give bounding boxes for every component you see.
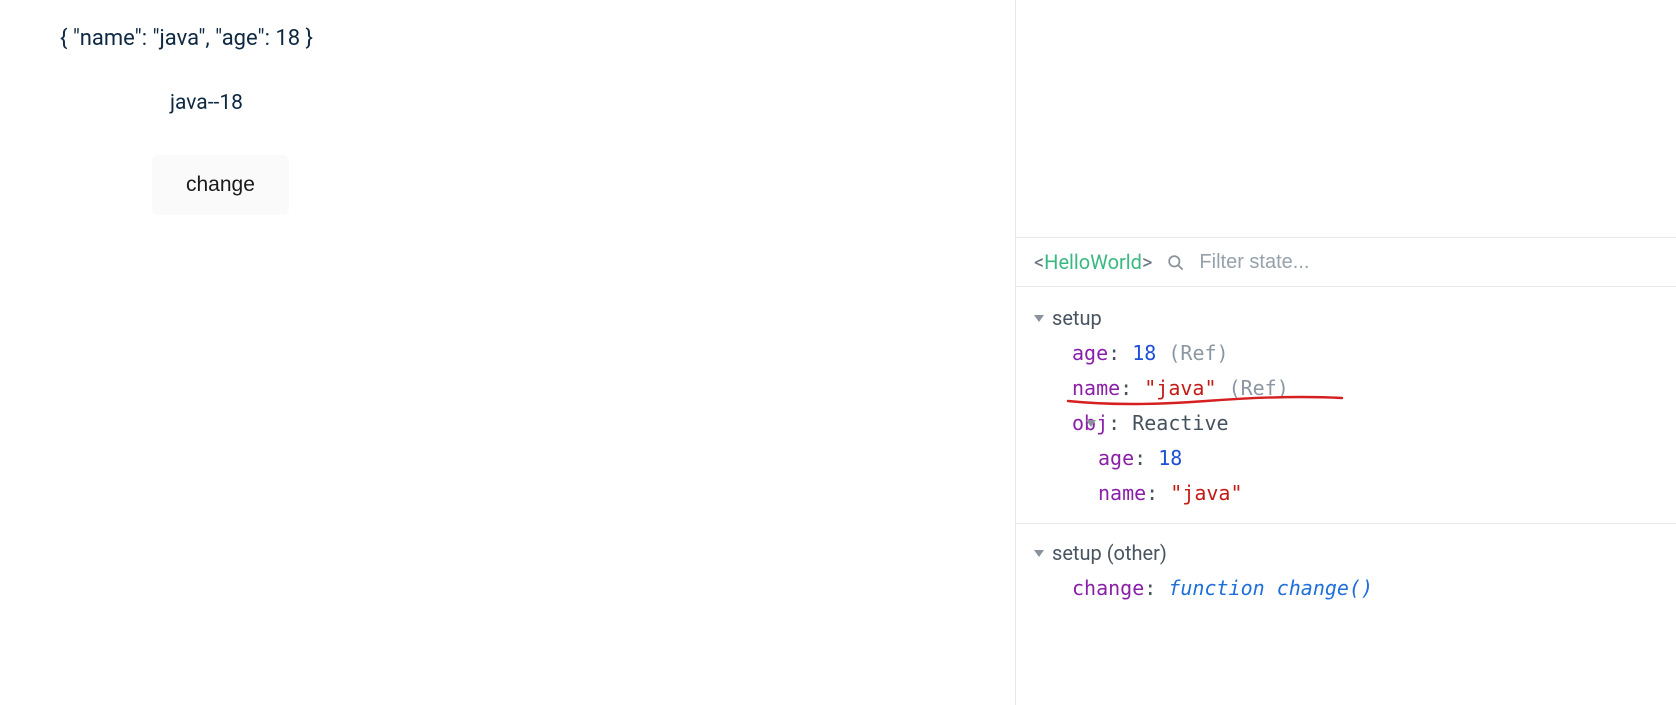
setup-other-section-header[interactable]: setup (other)	[1034, 536, 1658, 571]
app-preview-panel: { "name": "java", "age": 18 } java--18 c…	[0, 0, 1015, 705]
prop-row-obj[interactable]: obj: Reactive	[1072, 406, 1658, 441]
change-button[interactable]: change	[152, 155, 289, 215]
chevron-down-icon	[1034, 550, 1044, 557]
prop-row-obj-name[interactable]: name: "java"	[1098, 476, 1658, 511]
selected-component-tag: <HelloWorld>	[1034, 250, 1152, 274]
devtools-header: <HelloWorld>	[1016, 238, 1676, 287]
json-display: { "name": "java", "age": 18 }	[60, 26, 955, 51]
state-inspector: setup age: 18 (Ref) name: "java" (Ref) o…	[1016, 287, 1676, 620]
setup-section-header[interactable]: setup	[1034, 301, 1658, 336]
devtools-component-tree[interactable]	[1016, 0, 1676, 238]
prop-row-name[interactable]: name: "java" (Ref)	[1072, 371, 1658, 406]
chevron-down-icon	[1086, 420, 1096, 427]
prop-row-change[interactable]: change: function change()	[1072, 571, 1658, 606]
section-divider	[1016, 523, 1676, 524]
search-icon	[1166, 253, 1185, 272]
section-label: setup (other)	[1052, 536, 1167, 571]
filter-state-input[interactable]	[1199, 251, 1658, 274]
prop-row-obj-age[interactable]: age: 18	[1098, 441, 1658, 476]
prop-row-age[interactable]: age: 18 (Ref)	[1072, 336, 1658, 371]
chevron-down-icon	[1034, 315, 1044, 322]
section-label: setup	[1052, 301, 1102, 336]
devtools-panel: <HelloWorld> setup age: 18 (Ref) name: "…	[1015, 0, 1676, 705]
data-text: java--18	[170, 91, 955, 115]
